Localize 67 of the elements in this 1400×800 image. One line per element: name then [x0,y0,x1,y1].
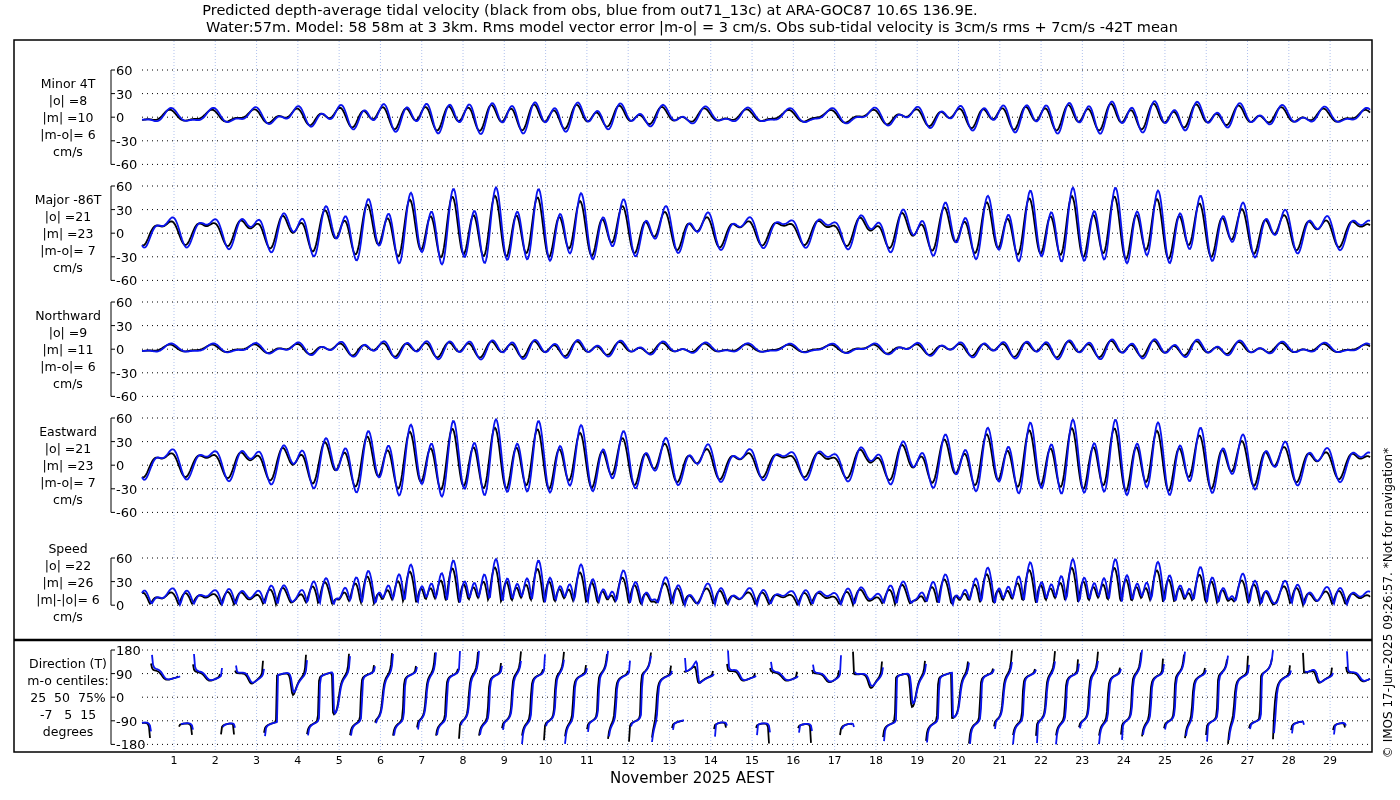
axis-tick-label: 60 [116,411,133,426]
axis-tick-label: 19 [910,754,925,767]
axis-tick-label: 180 [116,643,141,658]
axis-tick-label: 13 [662,754,677,767]
axis-tick-label: -30 [116,249,138,265]
axis-tick-label: 2 [211,754,219,767]
axis-tick-label: 60 [116,179,133,194]
panel-label: Eastward |o| =21 |m| =23 |m-o|= 7 cm/s [39,424,97,508]
axis-tick-label: 10 [538,754,553,767]
axis-tick-label: 60 [116,295,133,310]
axis-tick-label: 60 [116,551,133,566]
axis-tick-label: 11 [579,754,594,767]
axis-tick-label: 0 [116,342,125,358]
axis-tick-label: -30 [116,481,138,497]
axis-tick-label: 90 [116,666,133,682]
panel-label: Speed |o| =22 |m| =26 |m|-|o|= 6 cm/s [36,540,100,624]
axis-tick-label: 26 [1199,754,1214,767]
axis-tick-label: 27 [1240,754,1255,767]
axis-tick-label: -30 [116,133,138,149]
panel-label: Northward |o| =9 |m| =11 |m-o|= 6 cm/s [35,308,101,392]
axis-tick-label: 6 [376,754,384,767]
axis-tick-label: 9 [500,754,508,767]
axis-tick-label: 30 [116,202,133,218]
axis-tick-label: 24 [1116,754,1131,767]
axis-tick-label: 17 [827,754,842,767]
axis-tick-label: 0 [116,690,125,706]
chart-subtitle: Water:57m. Model: 58 58m at 3 3km. Rms model vector error |m-o| = 3 cm/s. Obs sub-tidal velocity is 3cm/s rms + 7cm/s -42T mean [206,19,1178,35]
axis-tick-label: 30 [116,318,133,334]
panel-label: Direction (T) m-o centiles: 25 50 75% -7 5 15 degrees [27,656,109,740]
axis-tick-label: -180 [116,737,146,753]
axis-tick-label: 28 [1281,754,1296,767]
axis-tick-label: 12 [621,754,636,767]
axis-tick-label: 0 [116,458,125,474]
axis-tick-label: 14 [703,754,718,767]
axis-tick-label: -60 [116,389,138,405]
credit-note: © IMOS 17-Jun-2025 09:26:57. *Not for navigation* [1381,447,1395,759]
axis-tick-label: 4 [294,754,302,767]
axis-tick-label: 1 [170,754,178,767]
axis-tick-label: -60 [116,505,138,521]
chart-title: Predicted depth-average tidal velocity (black from obs, blue from out71_13c) at ARA-GOC87 10.6S 136.9E. [202,2,978,18]
panel-label: Minor 4T |o| =8 |m| =10 |m-o|= 6 cm/s [40,76,96,160]
axis-tick-label: 8 [459,754,467,767]
axis-tick-label: 0 [116,110,125,126]
axis-tick-label: 7 [418,754,426,767]
axis-tick-label: 30 [116,434,133,450]
axis-tick-label: 3 [253,754,261,767]
axis-tick-label: 23 [1075,754,1090,767]
axis-tick-label: -60 [116,157,138,173]
axis-tick-label: 25 [1157,754,1172,767]
panel-label: Major -86T |o| =21 |m| =23 |m-o|= 7 cm/s [34,192,102,276]
axis-tick-label: 0 [116,598,125,614]
axis-tick-label: 21 [992,754,1007,767]
axis-tick-label: 22 [1034,754,1049,767]
axis-tick-label: 60 [116,63,133,78]
axis-tick-label: 0 [116,226,125,242]
axis-tick-label: -60 [116,273,138,289]
axis-tick-label: -90 [116,713,138,729]
axis-tick-label: 20 [951,754,966,767]
axis-tick-label: 18 [868,754,883,767]
axis-tick-label: 30 [116,574,133,590]
axis-title: November 2025 AEST [609,769,775,787]
axis-tick-label: 15 [745,754,760,767]
axis-tick-label: 30 [116,86,133,102]
axis-tick-label: 16 [786,754,801,767]
axis-tick-label: 5 [335,754,343,767]
axis-tick-label: -30 [116,365,138,381]
axis-tick-label: 29 [1323,754,1338,767]
